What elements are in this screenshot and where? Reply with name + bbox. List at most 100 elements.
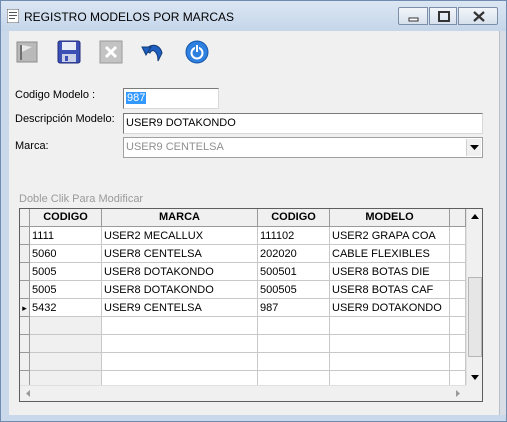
cell-marca: USER9 CENTELSA [102, 299, 258, 317]
window-right-edge [499, 31, 506, 415]
cell-codigo-modelo: 500505 [258, 281, 330, 299]
app-window: REGISTRO MODELOS POR MARCAS Codigo Model… [0, 0, 507, 422]
empty-cell [450, 317, 466, 335]
descripcion-modelo-field[interactable]: USER9 DOTAKONDO [123, 113, 483, 134]
cell-modelo: USER2 GRAPA COA [330, 227, 450, 245]
row-selector[interactable] [20, 263, 30, 281]
cell-spacer [450, 281, 466, 299]
empty-cell [102, 317, 258, 335]
cell-spacer [450, 227, 466, 245]
flag-icon [16, 41, 38, 63]
empty-cell [330, 335, 450, 353]
arrow-right-icon [456, 390, 460, 397]
row-selector[interactable] [20, 281, 30, 299]
exit-button[interactable] [184, 39, 210, 65]
close-icon [473, 11, 485, 22]
undo-button[interactable] [140, 39, 166, 65]
grid-horizontal-scrollbar[interactable] [20, 385, 466, 401]
power-icon [185, 40, 209, 64]
empty-cell [30, 317, 102, 335]
cell-marca: USER2 MECALLUX [102, 227, 258, 245]
empty-cell [330, 353, 450, 371]
row-selector [20, 317, 30, 335]
arrow-down-icon [471, 375, 479, 380]
save-button[interactable] [56, 39, 82, 65]
cell-codigo-modelo: 202020 [258, 245, 330, 263]
maximize-button[interactable] [429, 7, 457, 25]
delete-button[interactable] [98, 39, 124, 65]
empty-cell [450, 335, 466, 353]
arrow-up-icon [471, 214, 479, 219]
row-selector[interactable] [20, 227, 30, 245]
undo-icon [141, 44, 163, 62]
row-selector [20, 353, 30, 371]
empty-cell [330, 317, 450, 335]
codigo-modelo-value: 987 [126, 92, 147, 104]
marca-select[interactable]: USER9 CENTELSA [123, 137, 483, 158]
marca-dropdown-button[interactable] [466, 139, 481, 156]
cell-codigo-marca: 5432 [30, 299, 102, 317]
col-header-modelo[interactable]: MODELO [330, 209, 450, 227]
save-icon [57, 40, 81, 64]
cell-modelo: USER8 BOTAS DIE [330, 263, 450, 281]
descripcion-modelo-label: Descripción Modelo: [15, 113, 115, 125]
col-header-codigo-marca[interactable]: CODIGO [30, 209, 102, 227]
cell-codigo-modelo: 500501 [258, 263, 330, 281]
cell-marca: USER8 DOTAKONDO [102, 263, 258, 281]
grid-vertical-scrollbar[interactable] [466, 209, 482, 385]
cell-marca: USER8 DOTAKONDO [102, 281, 258, 299]
cell-marca: USER8 CENTELSA [102, 245, 258, 263]
app-icon [7, 9, 19, 23]
close-button[interactable] [458, 7, 498, 25]
cell-codigo-marca: 5060 [30, 245, 102, 263]
scroll-down-button[interactable] [467, 369, 482, 385]
cell-codigo-modelo: 111102 [258, 227, 330, 245]
empty-cell [258, 353, 330, 371]
empty-cell [102, 335, 258, 353]
marca-selected-value: USER9 CENTELSA [126, 141, 224, 153]
col-header-marca[interactable]: MARCA [102, 209, 258, 227]
cell-spacer [450, 245, 466, 263]
grid-hint: Doble Clik Para Modificar [19, 193, 144, 205]
arrow-left-icon [26, 390, 30, 397]
row-selector [20, 335, 30, 353]
cell-spacer [450, 299, 466, 317]
codigo-modelo-label: Codigo Modelo : [15, 89, 96, 101]
scroll-up-button[interactable] [467, 209, 482, 225]
models-grid[interactable]: CODIGO MARCA CODIGO MODELO 1111 USER2 ME… [19, 208, 483, 402]
cell-modelo: USER8 BOTAS CAF [330, 281, 450, 299]
cell-spacer [450, 263, 466, 281]
cell-codigo-marca: 5005 [30, 281, 102, 299]
maximize-icon [438, 11, 450, 22]
empty-cell [450, 353, 466, 371]
form-client-area: Codigo Modelo : 987 Descripción Modelo: … [9, 31, 499, 415]
vertical-scroll-thumb[interactable] [468, 277, 482, 357]
empty-cell [30, 335, 102, 353]
cell-modelo: USER9 DOTAKONDO [330, 299, 450, 317]
window-title: REGISTRO MODELOS POR MARCAS [24, 10, 235, 24]
minimize-icon [408, 17, 419, 22]
cell-modelo: CABLE FLEXIBLES [330, 245, 450, 263]
marca-label: Marca: [15, 140, 49, 152]
delete-icon [99, 40, 123, 64]
cell-codigo-marca: 5005 [30, 263, 102, 281]
scrollbar-corner [466, 385, 482, 401]
empty-cell [258, 335, 330, 353]
row-selector[interactable] [20, 245, 30, 263]
cell-codigo-marca: 1111 [30, 227, 102, 245]
header-corner [20, 209, 30, 227]
col-header-spacer [450, 209, 466, 227]
title-bar[interactable]: REGISTRO MODELOS POR MARCAS [1, 1, 506, 31]
cell-codigo-modelo: 987 [258, 299, 330, 317]
col-header-codigo-modelo[interactable]: CODIGO [258, 209, 330, 227]
codigo-modelo-field[interactable]: 987 [123, 88, 219, 109]
empty-cell [258, 317, 330, 335]
current-row-indicator[interactable]: ▸ [20, 299, 30, 317]
minimize-button[interactable] [398, 7, 428, 25]
chevron-down-icon [470, 145, 479, 150]
scroll-left-button[interactable] [20, 386, 36, 401]
empty-cell [30, 353, 102, 371]
new-button[interactable] [14, 39, 40, 65]
scroll-right-button[interactable] [450, 386, 466, 401]
empty-cell [102, 353, 258, 371]
